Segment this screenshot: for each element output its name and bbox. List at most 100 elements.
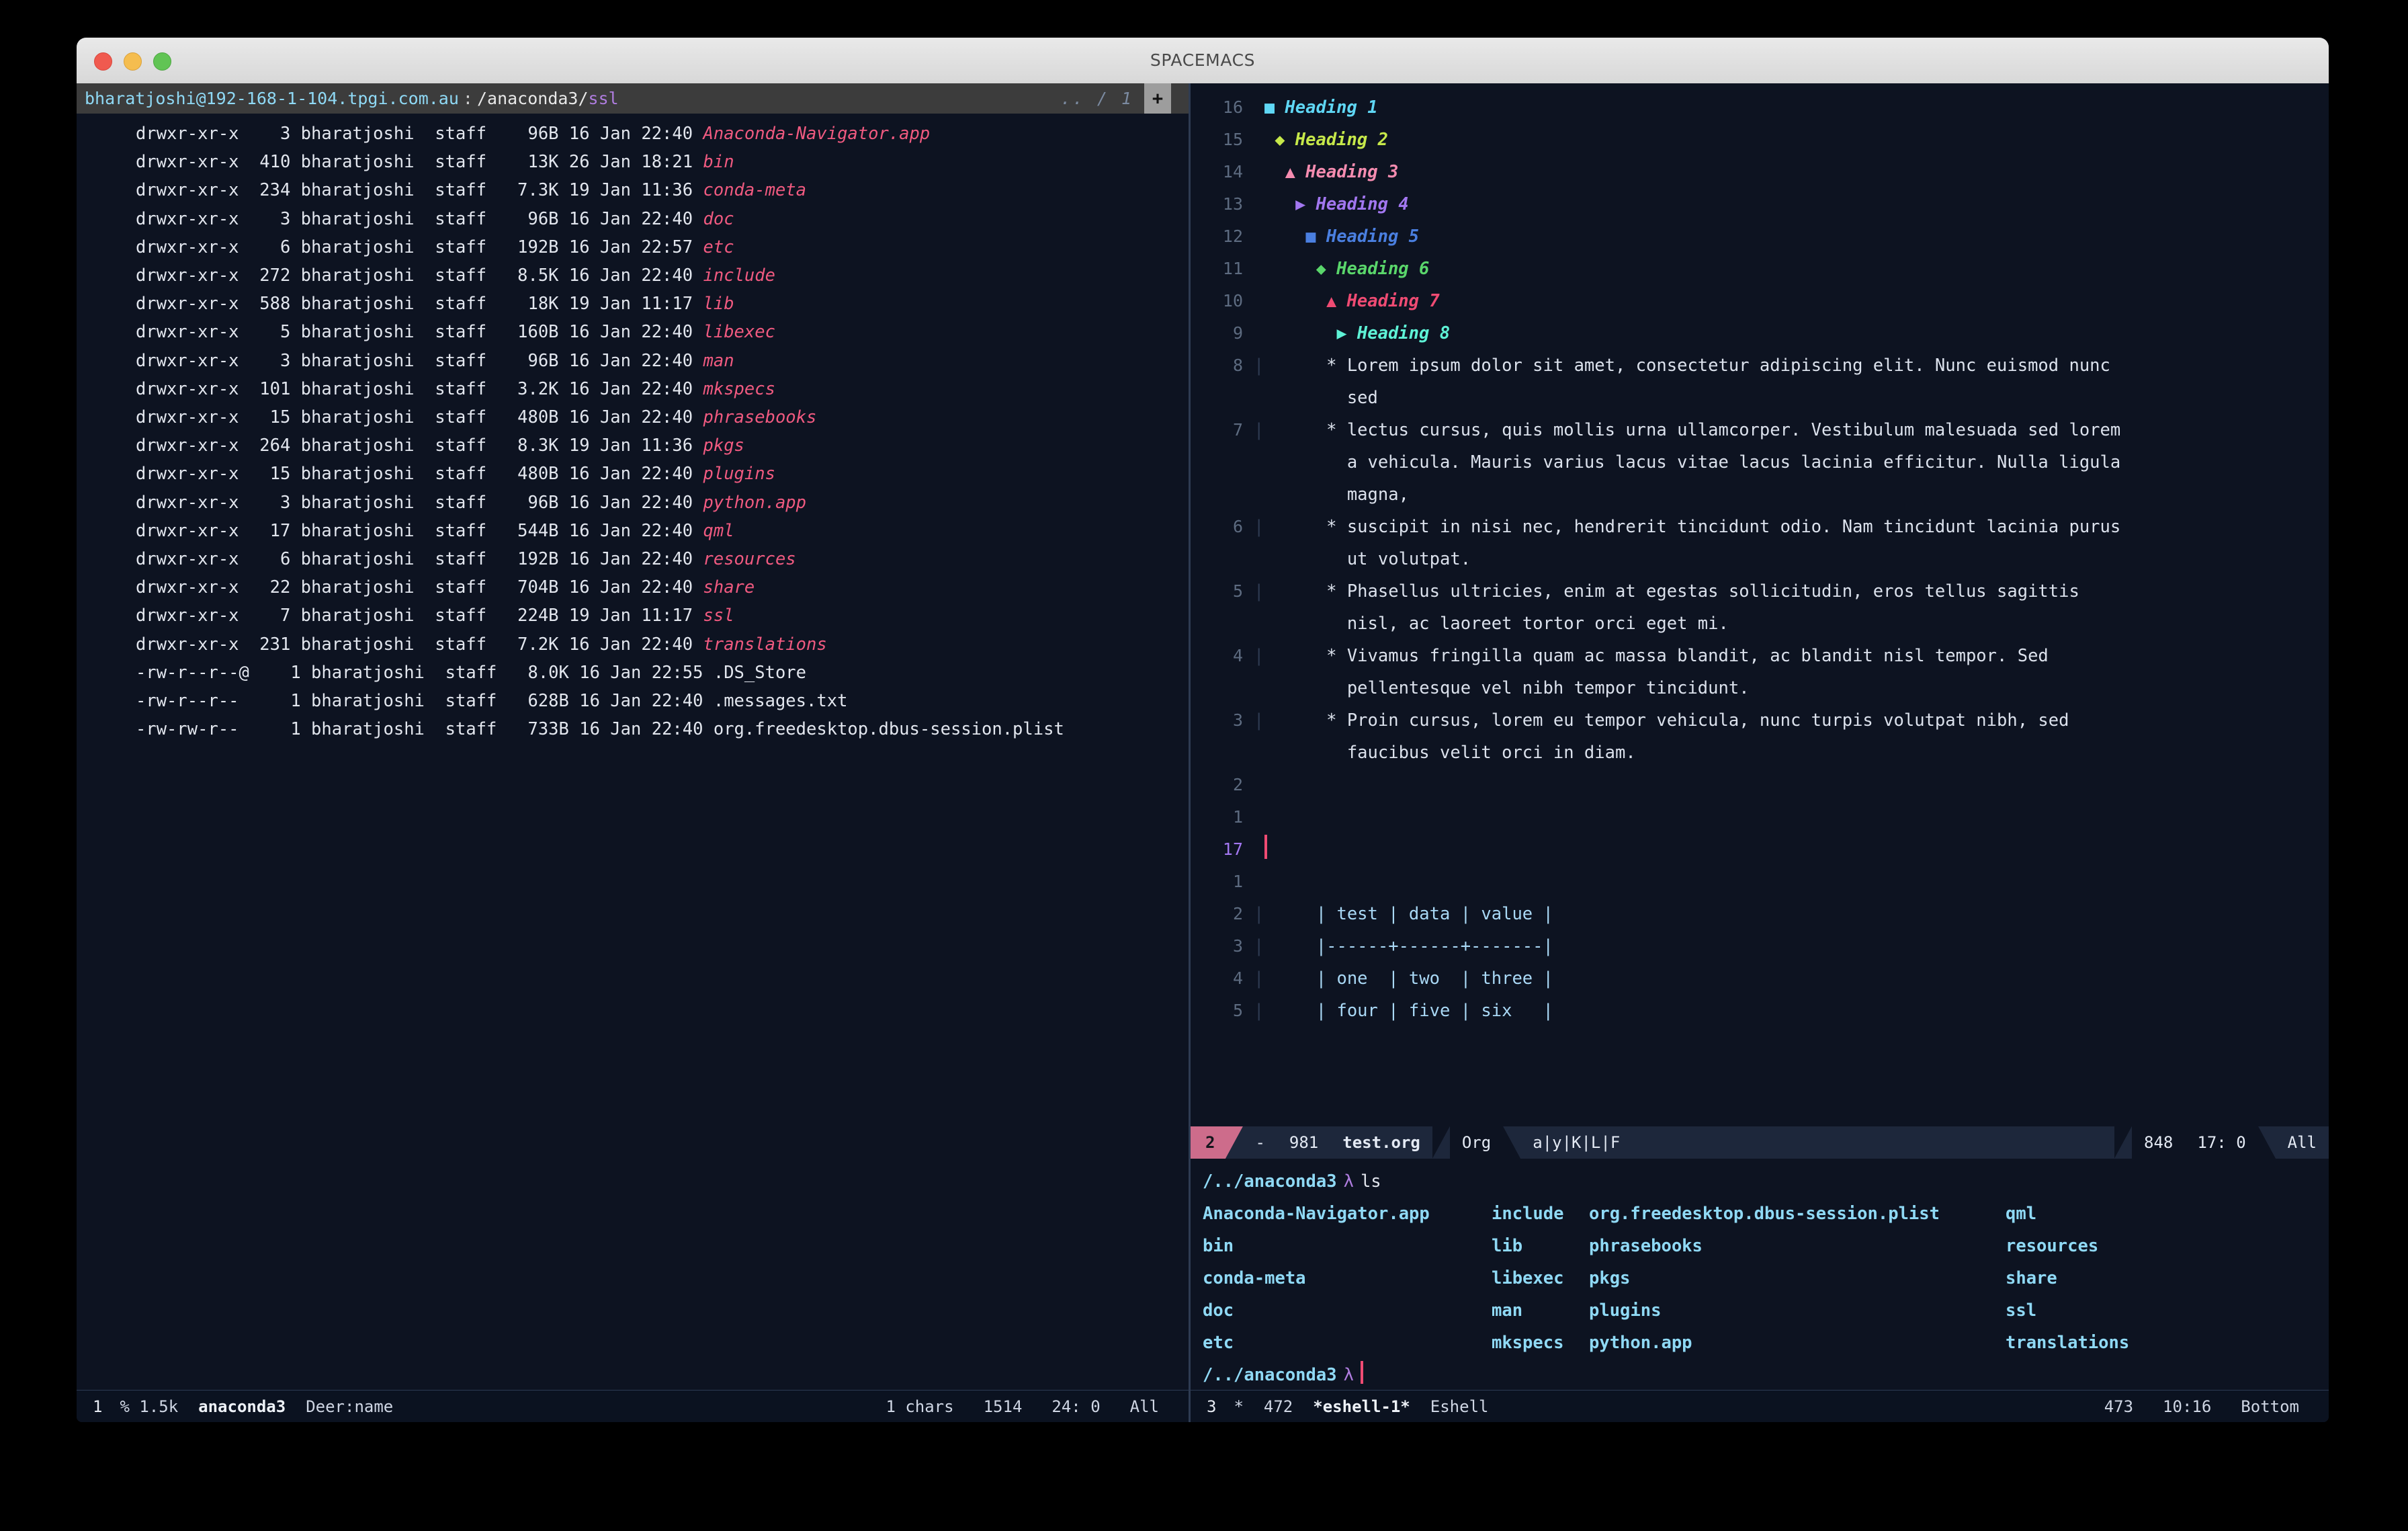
file-row[interactable]: drwxr-xr-x 272 bharatjoshi staff 8.5K 16… xyxy=(77,261,1189,290)
pane-container: bharatjoshi@192-168-1-104.tpgi.com.au : … xyxy=(77,83,2329,1422)
org-text-line[interactable]: 5 | | four | five | six | xyxy=(1191,995,2329,1027)
org-text-line[interactable]: 7 | * lectus cursus, quis mollis urna ull… xyxy=(1191,414,2329,446)
file-name[interactable]: plugins xyxy=(703,464,775,484)
line-number: 2 xyxy=(1232,775,1243,794)
file-gap xyxy=(290,265,300,286)
org-text-line[interactable]: ut volutpat. xyxy=(1191,543,2329,575)
new-tab-button[interactable]: + xyxy=(1144,83,1171,114)
file-name[interactable]: ssl xyxy=(703,606,734,626)
file-row[interactable]: drwxr-xr-x 7 bharatjoshi staff 224B 19 J… xyxy=(77,602,1189,630)
file-row[interactable]: drwxr-xr-x 3 bharatjoshi staff 96B 16 Ja… xyxy=(77,489,1189,517)
file-row[interactable]: drwxr-xr-x 17 bharatjoshi staff 544B 16 … xyxy=(77,517,1189,545)
file-name[interactable]: translations xyxy=(703,634,826,655)
org-text-line[interactable]: pellentesque vel nibh tempor tincidunt. xyxy=(1191,672,2329,704)
file-row[interactable]: drwxr-xr-x 3 bharatjoshi staff 96B 16 Ja… xyxy=(77,347,1189,375)
eshell-output-item: include xyxy=(1492,1204,1564,1224)
file-name[interactable]: .messages.txt xyxy=(714,691,848,711)
file-list[interactable]: drwxr-xr-x 3 bharatjoshi staff 96B 16 Ja… xyxy=(77,114,1189,1390)
file-date: 16 Jan 22:40 xyxy=(568,520,693,541)
file-row[interactable]: drwxr-xr-x 588 bharatjoshi staff 18K 19 … xyxy=(77,290,1189,318)
org-heading-line[interactable]: 11 ◆ Heading 6 xyxy=(1191,253,2329,285)
file-row[interactable]: drwxr-xr-x 15 bharatjoshi staff 480B 16 … xyxy=(77,403,1189,431)
file-name[interactable]: phrasebooks xyxy=(703,407,816,427)
eshell-command-line[interactable]: /../anaconda3 λ ls xyxy=(1203,1165,2329,1198)
file-row[interactable]: drwxr-xr-x 5 bharatjoshi staff 160B 16 J… xyxy=(77,318,1189,346)
file-name[interactable]: include xyxy=(703,265,775,286)
line-number: 13 xyxy=(1222,194,1243,214)
file-name[interactable]: resources xyxy=(703,549,796,569)
org-text-line[interactable]: 2 xyxy=(1191,769,2329,801)
file-row[interactable]: drwxr-xr-x 3 bharatjoshi staff 96B 16 Ja… xyxy=(77,120,1189,148)
file-name[interactable]: bin xyxy=(703,152,734,172)
org-heading-line[interactable]: 13 ▶ Heading 4 xyxy=(1191,188,2329,220)
org-text-line[interactable]: 3 | |------+------+-------| xyxy=(1191,930,2329,962)
org-text-line[interactable]: faucibus velit orci in diam. xyxy=(1191,737,2329,769)
file-name[interactable]: pkgs xyxy=(703,436,744,456)
file-name[interactable]: libexec xyxy=(703,322,775,342)
org-text-line[interactable]: 1 xyxy=(1191,866,2329,898)
org-heading-line[interactable]: 14 ▲ Heading 3 xyxy=(1191,156,2329,188)
file-name[interactable]: etc xyxy=(703,237,734,257)
line-content: ■ Heading 1 xyxy=(1264,91,2329,124)
file-row[interactable]: drwxr-xr-x 22 bharatjoshi staff 704B 16 … xyxy=(77,573,1189,602)
file-gap xyxy=(486,351,507,371)
org-text-line[interactable]: nisl, ac laoreet tortor orci eget mi. xyxy=(1191,608,2329,640)
file-row[interactable]: -rw-r--r--@ 1 bharatjoshi staff 8.0K 16 … xyxy=(77,659,1189,687)
org-text-line[interactable]: 2 | | test | data | value | xyxy=(1191,898,2329,930)
file-row[interactable]: drwxr-xr-x 264 bharatjoshi staff 8.3K 19… xyxy=(77,431,1189,460)
line-number: 1 xyxy=(1232,872,1243,891)
file-name[interactable]: share xyxy=(703,577,755,597)
file-row[interactable]: drwxr-xr-x 234 bharatjoshi staff 7.3K 19… xyxy=(77,176,1189,204)
file-row[interactable]: drwxr-xr-x 410 bharatjoshi staff 13K 26 … xyxy=(77,148,1189,176)
file-row[interactable]: drwxr-xr-x 231 bharatjoshi staff 7.2K 16… xyxy=(77,630,1189,659)
org-text-line[interactable]: magna, xyxy=(1191,479,2329,511)
triangle-bullet-icon: ▲ xyxy=(1326,291,1337,311)
file-row[interactable]: drwxr-xr-x 15 bharatjoshi staff 480B 16 … xyxy=(77,460,1189,488)
file-name[interactable]: org.freedesktop.dbus-session.plist xyxy=(714,719,1064,739)
file-name[interactable]: python.app xyxy=(703,493,806,513)
file-name[interactable]: doc xyxy=(703,209,734,229)
file-row[interactable]: drwxr-xr-x 6 bharatjoshi staff 192B 16 J… xyxy=(77,545,1189,573)
file-gap xyxy=(290,351,300,371)
file-name[interactable]: qml xyxy=(703,521,734,541)
file-row[interactable]: drwxr-xr-x 3 bharatjoshi staff 96B 16 Ja… xyxy=(77,205,1189,233)
org-text-line[interactable]: 17 xyxy=(1191,833,2329,866)
eshell-input-line[interactable]: /../anaconda3 λ xyxy=(1203,1359,2329,1390)
file-links: 272 xyxy=(259,265,291,286)
org-text-line[interactable]: 8 | * Lorem ipsum dolor sit amet, consect… xyxy=(1191,349,2329,382)
org-text-line[interactable]: sed xyxy=(1191,382,2329,414)
org-buffer[interactable]: 16 ■ Heading 1 15 ◆ Heading 2 14 ▲ Heading… xyxy=(1191,83,2329,1126)
file-gap xyxy=(290,152,300,172)
file-row[interactable]: -rw-rw-r-- 1 bharatjoshi staff 733B 16 J… xyxy=(77,715,1189,743)
eshell-buffer[interactable]: /../anaconda3 λ ls Anaconda-Navigator.app in… xyxy=(1191,1159,2329,1390)
org-text-line[interactable]: 5 | * Phasellus ultricies, enim at egesta… xyxy=(1191,575,2329,608)
org-heading-line[interactable]: 9 ▶ Heading 8 xyxy=(1191,317,2329,349)
file-gap xyxy=(415,521,435,541)
org-text-line[interactable]: 1 xyxy=(1191,801,2329,833)
line-number: 4 xyxy=(1232,646,1243,665)
org-text-line[interactable]: 4 | * Vivamus fringilla quam ac massa bla… xyxy=(1191,640,2329,672)
file-name[interactable]: mkspecs xyxy=(703,379,775,399)
file-row[interactable]: -rw-r--r-- 1 bharatjoshi staff 628B 16 J… xyxy=(77,687,1189,715)
file-name[interactable]: .DS_Store xyxy=(714,663,806,683)
line-number: 9 xyxy=(1232,323,1243,343)
file-name[interactable]: man xyxy=(703,351,734,371)
org-text-line[interactable]: a vehicula. Mauris varius lacus vitae la… xyxy=(1191,446,2329,479)
file-row[interactable]: drwxr-xr-x 101 bharatjoshi staff 3.2K 16… xyxy=(77,375,1189,403)
file-name[interactable]: lib xyxy=(703,294,734,314)
path-bar[interactable]: bharatjoshi@192-168-1-104.tpgi.com.au : … xyxy=(77,83,1189,114)
org-text-line[interactable]: 3 | * Proin cursus, lorem eu tempor vehic… xyxy=(1191,704,2329,737)
line-number: 15 xyxy=(1222,130,1243,149)
org-heading-line[interactable]: 15 ◆ Heading 2 xyxy=(1191,124,2329,156)
org-heading-line[interactable]: 10 ▲ Heading 7 xyxy=(1191,285,2329,317)
org-text-line[interactable]: 4 | | one | two | three | xyxy=(1191,962,2329,995)
file-name[interactable]: Anaconda-Navigator.app xyxy=(703,124,930,144)
file-row[interactable]: drwxr-xr-x 6 bharatjoshi staff 192B 16 J… xyxy=(77,233,1189,261)
file-size: 480B xyxy=(507,464,559,485)
tab-indicator[interactable]: .. / 1 xyxy=(1061,89,1144,108)
org-heading-line[interactable]: 12 ■ Heading 5 xyxy=(1191,220,2329,253)
org-text-line[interactable]: 6 | * suscipit in nisi nec, hendrerit tin… xyxy=(1191,511,2329,543)
file-name[interactable]: conda-meta xyxy=(703,180,806,200)
body-text: pellentesque vel nibh tempor tincidunt. xyxy=(1264,678,1750,698)
org-heading-line[interactable]: 16 ■ Heading 1 xyxy=(1191,91,2329,124)
